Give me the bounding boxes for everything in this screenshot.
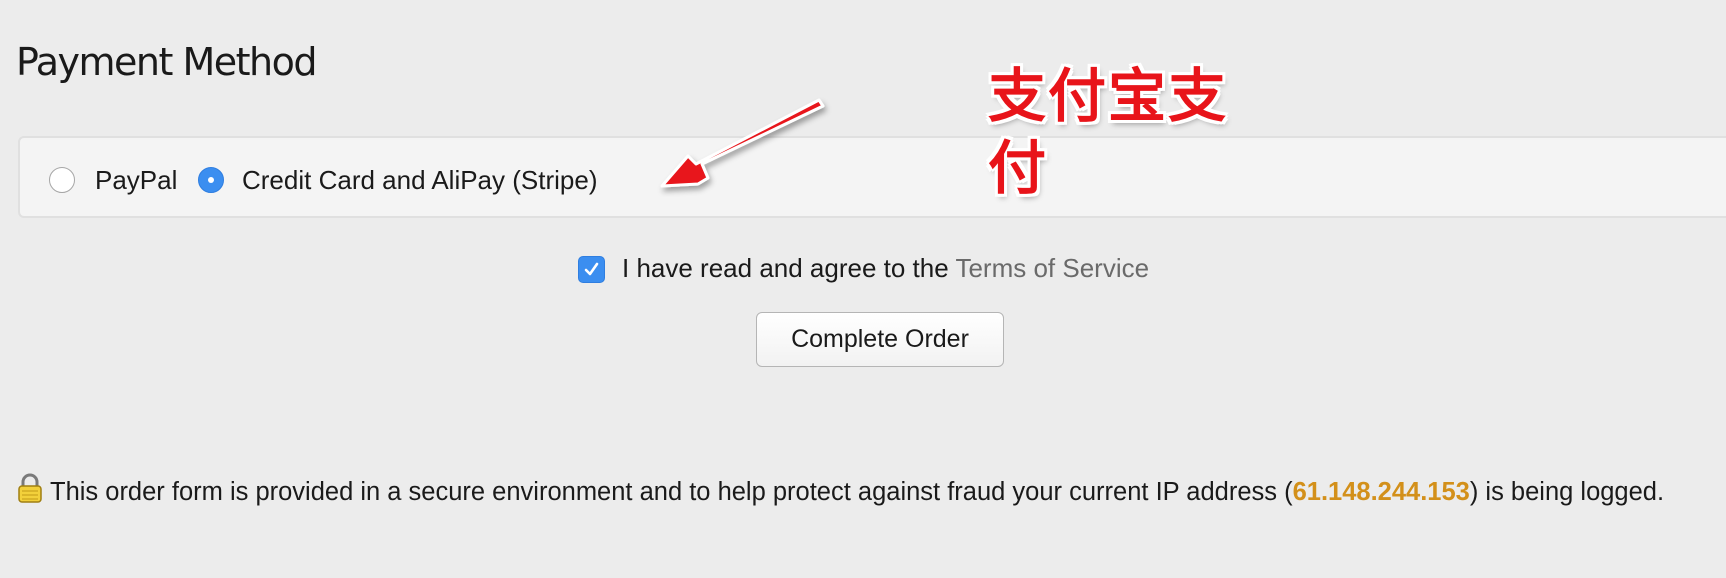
security-text-after: ) is being logged. xyxy=(1469,478,1665,506)
security-text-before: This order form is provided in a secure … xyxy=(50,478,1293,506)
paypal-option-label[interactable]: PayPal xyxy=(95,165,177,196)
lock-icon xyxy=(16,473,44,512)
annotation-text: 支付宝支付 xyxy=(988,62,1229,202)
stripe-radio[interactable] xyxy=(198,167,224,193)
stripe-option-label[interactable]: Credit Card and AliPay (Stripe) xyxy=(242,165,597,196)
paypal-radio[interactable] xyxy=(49,167,75,193)
security-notice: This order form is provided in a secure … xyxy=(16,473,1726,512)
terms-of-service-link[interactable]: Terms of Service xyxy=(955,253,1149,283)
terms-agreement: I have read and agree to the Terms of Se… xyxy=(622,253,1149,284)
terms-checkbox[interactable] xyxy=(578,256,605,283)
complete-order-button[interactable]: Complete Order xyxy=(756,312,1004,367)
page-title: Payment Method xyxy=(16,40,317,84)
ip-address: 61.148.244.153 xyxy=(1292,478,1470,506)
payment-method-panel: PayPal Credit Card and AliPay (Stripe) xyxy=(18,136,1726,218)
radio-selected-dot xyxy=(208,177,214,183)
terms-text: I have read and agree to the xyxy=(622,253,949,283)
checkmark-icon xyxy=(584,262,599,276)
